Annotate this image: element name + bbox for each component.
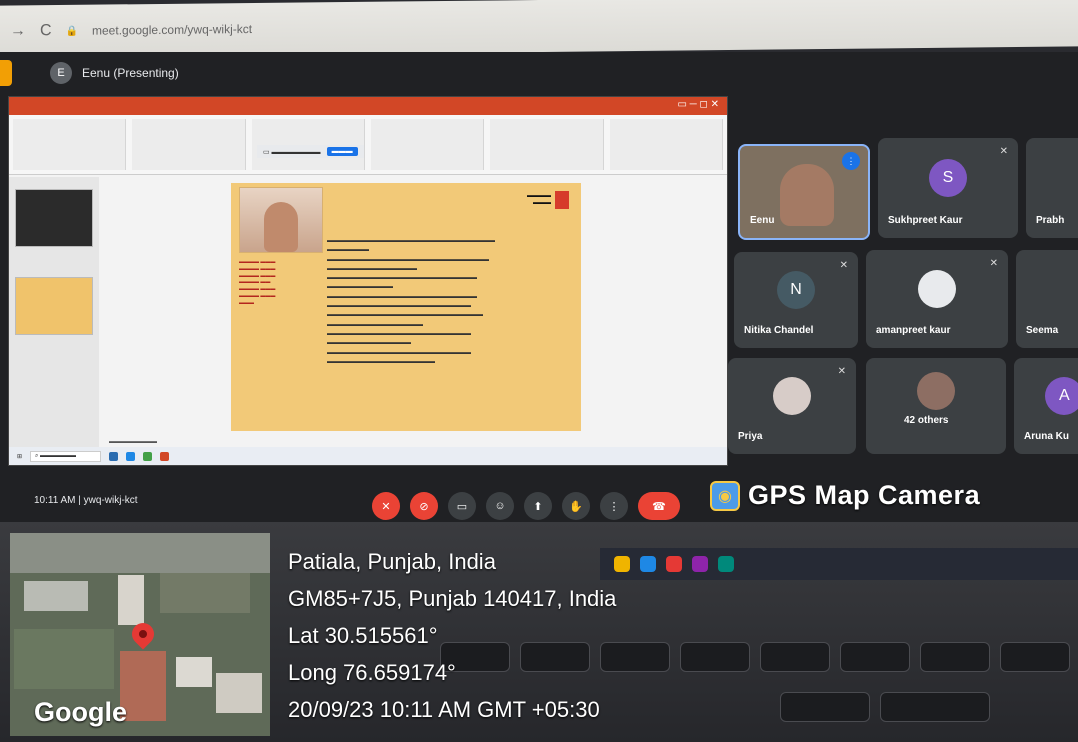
participant-tile-prabh[interactable]: Prabh	[1026, 138, 1078, 238]
participant-video	[780, 164, 834, 226]
mic-muted-icon: ✕	[999, 146, 1008, 157]
mic-muted-icon: ✕	[989, 258, 998, 269]
browser-toolbar: → C 🔒 meet.google.com/ywq-wikj-kct	[0, 0, 1078, 58]
shared-screen: ▭ ─ ◻ ✕ ▭ ▬▬▬▬▬▬▬ ▬▬▬ ▬▬▬▬ ▬▬▬ ▬▬▬▬ ▬▬▬ ▬▬…	[8, 96, 728, 466]
latitude: Lat 30.515561°	[288, 623, 438, 648]
avatar-group	[917, 371, 955, 410]
file-explorer-icon[interactable]	[109, 451, 119, 461]
more-options-button[interactable]: ⋮	[600, 492, 628, 520]
avatar	[918, 270, 956, 309]
slide-name-block: ▬▬▬▬ ▬▬▬ ▬▬▬▬ ▬▬▬ ▬▬▬▬ ▬▬▬ ▬▬▬▬ ▬▬ ▬▬▬▬ ▬▬▬ ▬…	[239, 259, 276, 306]
screen-sharing-banner: ▭ ▬▬▬▬▬▬▬ ▬▬▬	[257, 145, 364, 158]
presenter-label: Eenu (Presenting)	[82, 66, 179, 80]
slide-profile-photo	[239, 187, 323, 253]
timestamp: 20/09/23 10:11 AM GMT +05:30	[288, 697, 600, 722]
slide-bullet-text: ▬▬▬▬▬▬▬▬▬▬▬▬▬▬▬▬▬▬▬▬▬▬▬▬▬▬▬▬ ▬▬▬▬▬▬▬ ▬▬▬▬▬…	[327, 238, 495, 365]
slide-thumbnail[interactable]	[15, 277, 93, 335]
participant-name: Priya	[738, 431, 763, 442]
windows-start-icon[interactable]: ⊞	[17, 453, 22, 460]
end-call-button[interactable]: ☎	[638, 492, 680, 520]
participant-name: Aruna Ku	[1024, 431, 1069, 442]
avatar: A	[1045, 377, 1078, 416]
participant-tile-sukhpreet[interactable]: ✕ S Sukhpreet Kaur	[878, 138, 1018, 238]
current-slide: ▬▬▬▬ ▬▬▬ ▬▬▬▬ ▬▬▬ ▬▬▬▬ ▬▬▬ ▬▬▬▬ ▬▬ ▬▬▬▬ ▬▬▬ ▬…	[231, 183, 581, 431]
participant-tile-eenu[interactable]: ⋮ Eenu	[738, 144, 870, 240]
avatar	[773, 377, 811, 416]
reload-icon[interactable]: C	[40, 22, 52, 40]
windows-taskbar: ⊞ ⌕ ▬▬▬▬▬▬	[9, 447, 727, 465]
participant-tile-nitika[interactable]: ✕ N Nitika Chandel	[734, 252, 858, 348]
participant-tile-aruna[interactable]: A Aruna Ku	[1014, 358, 1078, 454]
powerpoint-ribbon	[9, 115, 727, 175]
participant-name: 42 others	[904, 415, 949, 426]
longitude: Long 76.659174°	[288, 660, 456, 685]
avatar: N	[777, 271, 815, 310]
powerpoint-titlebar: ▭ ─ ◻ ✕	[9, 97, 727, 115]
address-bar[interactable]: meet.google.com/ywq-wikj-kct	[92, 22, 252, 38]
presenter-avatar: E	[50, 62, 72, 84]
participant-name: Seema	[1026, 325, 1059, 336]
location-map: Google	[10, 533, 270, 736]
presenting-indicator	[0, 60, 12, 86]
university-logo: ▬▬▬▬ ▬▬▬	[527, 191, 569, 209]
mic-off-button[interactable]: ✕	[372, 492, 400, 520]
map-provider-logo: Google	[34, 697, 127, 727]
participant-tile-seema[interactable]: Seema	[1016, 250, 1078, 348]
sharing-text-icon: ▭ ▬▬▬▬▬▬▬	[263, 148, 321, 156]
gps-app-badge: ◉ GPS Map Camera	[710, 480, 980, 511]
back-arrow-icon[interactable]: →	[10, 22, 26, 40]
participant-name: Prabh	[1036, 215, 1065, 226]
window-controls-icon: ▭ ─ ◻ ✕	[677, 99, 719, 110]
location-address: GM85+7J5, Punjab 140417, India	[288, 586, 617, 611]
meeting-info: 10:11 AM | ywq-wikj-kct	[34, 495, 138, 506]
powerpoint-icon[interactable]	[160, 451, 170, 461]
mic-muted-icon: ✕	[837, 366, 846, 377]
participant-tile-priya[interactable]: ✕ Priya	[728, 358, 856, 454]
participant-name: amanpreet kaur	[876, 325, 951, 336]
participant-name: Sukhpreet Kaur	[888, 215, 963, 226]
participant-name: Eenu	[750, 215, 775, 226]
camera-off-button[interactable]: ⊘	[410, 492, 438, 520]
mic-muted-icon: ✕	[839, 260, 848, 271]
location-name: Patiala, Punjab, India	[288, 549, 496, 574]
gps-camera-icon: ◉	[710, 480, 740, 511]
stop-sharing-button[interactable]: ▬▬▬	[326, 147, 358, 156]
present-button[interactable]: ⬆	[524, 492, 552, 520]
participant-name: Nitika Chandel	[744, 325, 814, 336]
gps-app-title: GPS Map Camera	[748, 480, 981, 510]
avatar: S	[929, 159, 967, 197]
location-details: Patiala, Punjab, India GM85+7J5, Punjab …	[288, 543, 616, 728]
captions-button[interactable]: ▭	[448, 492, 476, 520]
emoji-button[interactable]: ☺	[486, 492, 514, 520]
raise-hand-button[interactable]: ✋	[562, 492, 590, 520]
presenter-bar: E Eenu (Presenting)	[0, 60, 179, 86]
meet-window: E Eenu (Presenting) ▭ ─ ◻ ✕ ▭ ▬▬▬▬▬▬▬ ▬▬…	[0, 52, 1078, 522]
speaking-indicator-icon: ⋮	[842, 152, 860, 170]
location-overlay: Google Patiala, Punjab, India GM85+7J5, …	[0, 527, 1078, 742]
speaker-notes: ▬▬▬▬▬▬▬▬	[109, 439, 157, 445]
edge-icon[interactable]	[126, 451, 136, 461]
slide-thumbnails	[9, 177, 99, 447]
lock-icon: 🔒	[65, 25, 79, 37]
chrome-icon[interactable]	[143, 451, 153, 461]
participant-tile-others[interactable]: 42 others	[866, 358, 1006, 454]
call-controls: ✕ ⊘ ▭ ☺ ⬆ ✋ ⋮ ☎	[372, 492, 680, 520]
participant-tile-amanpreet[interactable]: ✕ amanpreet kaur	[866, 250, 1008, 348]
slide-thumbnail[interactable]	[15, 189, 93, 247]
taskbar-search[interactable]: ⌕ ▬▬▬▬▬▬	[30, 450, 102, 462]
